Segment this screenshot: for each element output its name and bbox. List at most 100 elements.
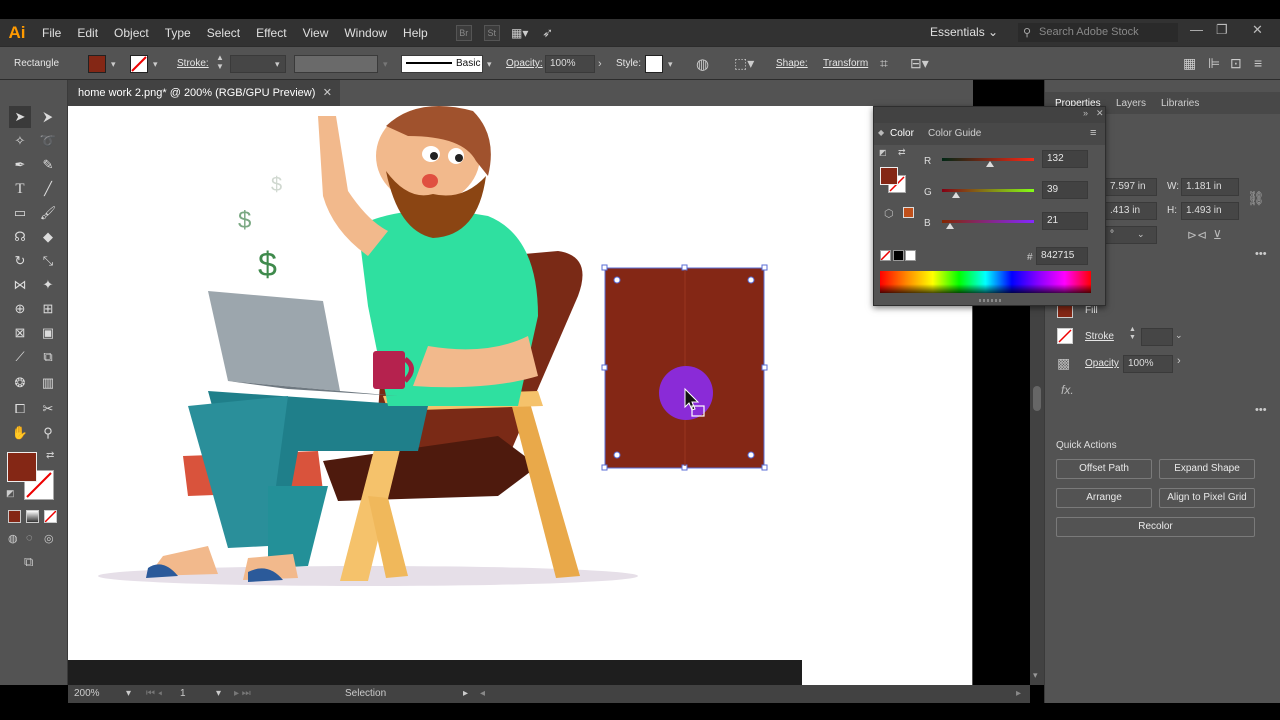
artboard[interactable]: $ $ $	[68, 106, 973, 685]
fill-color-box-front[interactable]	[7, 452, 37, 482]
brush-definition-field[interactable]: Basic	[401, 55, 483, 73]
stroke-weight-field[interactable]	[1141, 328, 1173, 346]
draw-normal-icon[interactable]: ◍	[8, 532, 18, 545]
y-field[interactable]: .413 in	[1105, 202, 1157, 220]
x-field[interactable]: 7.597 in	[1105, 178, 1157, 196]
offset-path-button[interactable]: Offset Path	[1056, 459, 1152, 479]
color-mode-icon[interactable]	[8, 510, 21, 523]
transform-panel-icon[interactable]: ⊡	[1230, 55, 1242, 72]
stroke-label[interactable]: Stroke:	[177, 58, 209, 69]
default-colors-icon[interactable]: ◩	[6, 488, 15, 499]
bridge-icon[interactable]: Br	[455, 24, 472, 41]
scroll-right-icon[interactable]: ▸	[1016, 688, 1021, 699]
chevron-down-icon[interactable]: ▾	[126, 688, 131, 699]
rotate-tool-icon[interactable]: ↻	[9, 250, 31, 272]
none-mode-icon[interactable]	[44, 510, 57, 523]
blend-tool-icon[interactable]: ⧉	[37, 346, 59, 368]
artwork[interactable]: $ $ $	[68, 106, 973, 685]
arrange-documents-icon[interactable]: ▦▾	[511, 25, 528, 41]
tab-layers[interactable]: Layers	[1116, 98, 1146, 109]
menu-object[interactable]: Object	[106, 26, 157, 40]
chevron-down-icon[interactable]: ▾	[275, 59, 280, 70]
artboard-tool-icon[interactable]: ⧠	[9, 398, 31, 420]
artboard-number[interactable]: 1	[180, 688, 186, 699]
menu-type[interactable]: Type	[157, 26, 199, 40]
collapse-arrows-icon[interactable]: ◆	[878, 128, 884, 137]
recolor-button[interactable]: Recolor	[1056, 517, 1255, 537]
selection-tool-icon[interactable]: ➤	[9, 106, 31, 128]
opacity-label[interactable]: Opacity	[1085, 358, 1119, 369]
panel-layout-icon[interactable]: ▦	[1183, 55, 1196, 72]
g-value-field[interactable]: 39	[1042, 181, 1088, 199]
more-options-icon[interactable]: •••	[1255, 404, 1267, 416]
next-artboard-icon[interactable]: ▸ ⏭	[234, 688, 251, 699]
resize-grip[interactable]	[979, 299, 1001, 302]
align-grid-icon[interactable]: ⬚▾	[734, 55, 754, 72]
shape-builder-tool-icon[interactable]: ⊕	[9, 298, 31, 320]
line-tool-icon[interactable]: ╱	[37, 178, 59, 200]
transform-label[interactable]: Transform	[823, 58, 868, 69]
menu-icon[interactable]: ≡	[1254, 55, 1262, 71]
magic-wand-tool-icon[interactable]: ✧	[9, 130, 31, 152]
expand-shape-button[interactable]: Expand Shape	[1159, 459, 1255, 479]
zoom-tool-icon[interactable]: ⚲	[37, 422, 59, 444]
workspace-switcher[interactable]: Essentials ⌄	[930, 25, 998, 39]
collapse-icon[interactable]: »	[1083, 108, 1088, 118]
shape-label[interactable]: Shape:	[776, 58, 808, 69]
pen-tool-icon[interactable]: ✒	[9, 154, 31, 176]
opacity-label[interactable]: Opacity:	[506, 58, 543, 69]
perspective-grid-tool-icon[interactable]: ⊞	[37, 298, 59, 320]
puppet-warp-tool-icon[interactable]: ✦	[37, 274, 59, 296]
align-icon[interactable]: ⊟▾	[910, 55, 929, 72]
opacity-field[interactable]: 100%	[1123, 355, 1173, 373]
r-slider-thumb[interactable]	[985, 161, 994, 167]
stepper-icon[interactable]: ▲ ▼	[1129, 326, 1136, 342]
fill-color-box[interactable]	[880, 167, 898, 185]
draw-behind-icon[interactable]: ◌	[26, 532, 33, 544]
variable-width-field[interactable]	[294, 55, 378, 73]
b-value-field[interactable]: 21	[1042, 212, 1088, 230]
rectangle-tool-icon[interactable]: ▭	[9, 202, 31, 224]
chevron-down-icon[interactable]: ⌄	[1137, 229, 1145, 240]
fill-swatch[interactable]	[88, 55, 106, 73]
hex-field[interactable]: 842715	[1036, 247, 1088, 265]
effects-icon[interactable]: fx.	[1061, 383, 1074, 397]
minimize-icon[interactable]: —	[1190, 22, 1203, 37]
menu-window[interactable]: Window	[336, 26, 395, 40]
h-field[interactable]: 1.493 in	[1181, 202, 1239, 220]
black-swatch[interactable]	[893, 250, 904, 261]
gradient-tool-icon[interactable]: ▣	[37, 322, 59, 344]
chevron-right-icon[interactable]: ›	[598, 58, 602, 70]
close-window-icon[interactable]: ✕	[1252, 22, 1263, 38]
swap-icon[interactable]: ⇄	[46, 450, 54, 461]
stock-icon[interactable]: St	[483, 24, 500, 41]
hand-tool-icon[interactable]: ✋	[9, 422, 31, 444]
stroke-label[interactable]: Stroke	[1085, 331, 1114, 342]
panel-menu-icon[interactable]: ≡	[1090, 127, 1096, 139]
tab-libraries[interactable]: Libraries	[1161, 98, 1199, 109]
menu-effect[interactable]: Effect	[248, 26, 294, 40]
paintbrush-tool-icon[interactable]: 🖌	[37, 202, 59, 224]
g-slider-thumb[interactable]	[952, 192, 961, 198]
draw-inside-icon[interactable]: ◎	[44, 532, 54, 545]
none-swatch[interactable]	[880, 250, 891, 261]
stroke-swatch-icon[interactable]	[1057, 328, 1073, 344]
stroke-none-swatch[interactable]	[130, 55, 148, 73]
menu-view[interactable]: View	[295, 26, 337, 40]
eraser-tool-icon[interactable]: ◆	[37, 226, 59, 248]
menu-help[interactable]: Help	[395, 26, 436, 40]
w-field[interactable]: 1.181 in	[1181, 178, 1239, 196]
isolate-icon[interactable]: ⌗	[880, 55, 888, 72]
b-slider-thumb[interactable]	[945, 223, 954, 229]
tab-color[interactable]: Color	[890, 128, 914, 139]
scroll-thumb[interactable]	[1033, 386, 1041, 411]
symbol-sprayer-tool-icon[interactable]: ❂	[9, 372, 31, 394]
color-spectrum[interactable]	[880, 271, 1091, 293]
flip-horizontal-icon[interactable]: ⊳⊲	[1187, 228, 1207, 242]
menu-edit[interactable]: Edit	[69, 26, 106, 40]
scale-tool-icon[interactable]: ⤡	[37, 250, 59, 272]
scroll-left-icon[interactable]: ◂	[480, 688, 485, 699]
status-tool[interactable]: Selection	[345, 688, 386, 699]
arrange-button[interactable]: Arrange	[1056, 488, 1152, 508]
close-panel-icon[interactable]: ✕	[1096, 108, 1104, 119]
